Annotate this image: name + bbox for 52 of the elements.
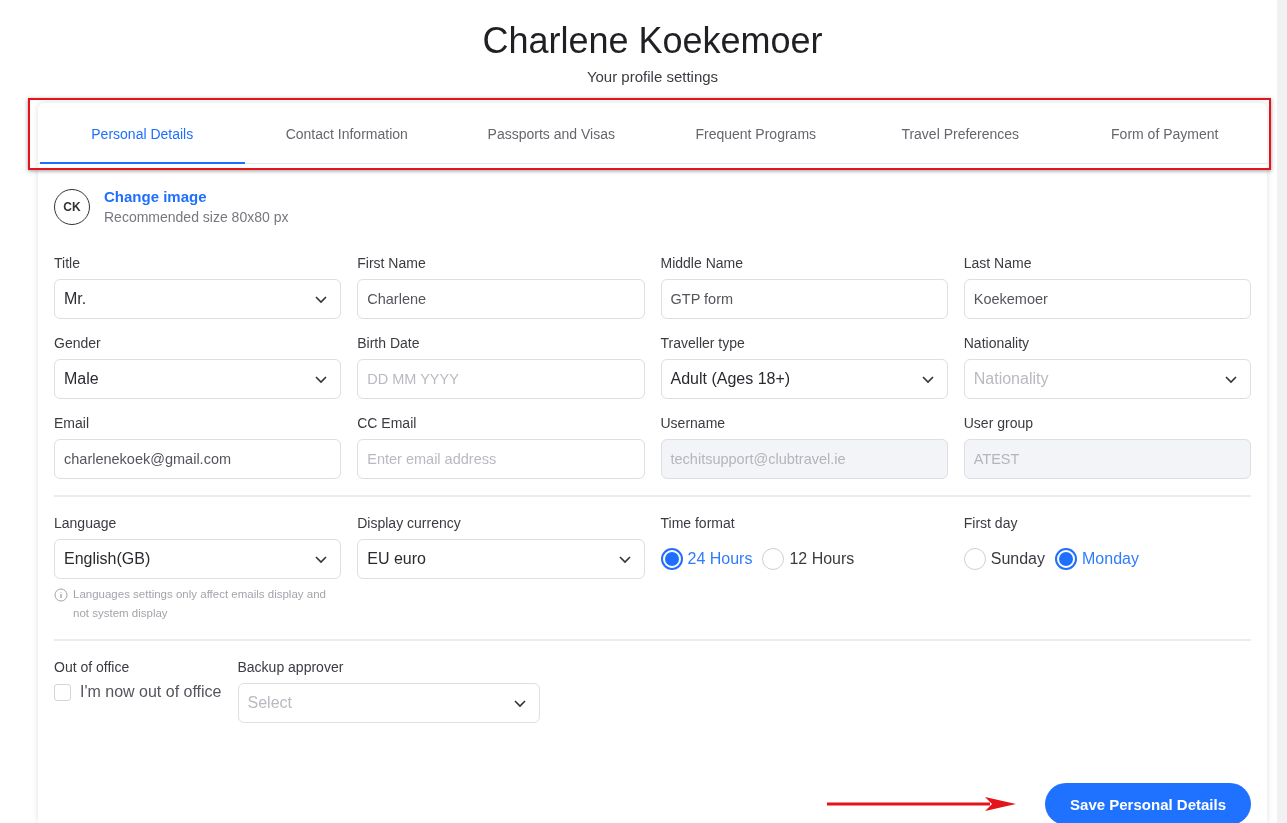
input-field[interactable]: Koekemoer <box>963 279 1251 319</box>
field-label: Middle Name <box>660 255 744 271</box>
page-subtitle: Your profile settings <box>586 68 719 85</box>
tab[interactable]: Travel Preferences <box>858 103 1063 164</box>
checkbox-option[interactable]: I'm now out of office <box>54 683 222 701</box>
field-label: Time format <box>660 515 736 531</box>
radio-option[interactable]: Sunday <box>963 548 1045 570</box>
input-field[interactable]: GTP form <box>660 279 948 319</box>
field-label: First Name <box>357 255 427 271</box>
field-label: User group <box>963 415 1034 431</box>
tab[interactable]: Passports and Visas <box>449 103 654 164</box>
radio-option[interactable]: Monday <box>1055 548 1139 570</box>
chevron-down-icon <box>314 554 329 564</box>
field-label: First day <box>963 515 1019 531</box>
save-button[interactable]: Save Personal Details <box>1045 783 1251 823</box>
field-label: Gender <box>54 335 102 351</box>
field-label: Email <box>54 415 90 431</box>
field-label: Backup approver <box>237 659 345 675</box>
radio-option[interactable]: 12 Hours <box>762 548 855 570</box>
field-note: Languages settings only affect emails display and not system display <box>73 587 327 621</box>
select-field[interactable]: Mr. <box>54 279 342 319</box>
select-field[interactable]: Adult (Ages 18+) <box>660 359 948 399</box>
tab[interactable]: Form of Payment <box>1062 103 1267 164</box>
select-field[interactable]: EU euro <box>357 539 645 579</box>
tab[interactable]: Contact Information <box>244 103 449 164</box>
profile-name: Charlene Koekemoer <box>482 20 823 62</box>
field-label: CC Email <box>357 415 418 431</box>
chevron-down-icon <box>512 698 527 708</box>
input-field[interactable]: Charlene <box>357 279 645 319</box>
select-field[interactable]: Male <box>54 359 342 399</box>
tab[interactable]: Personal Details <box>40 103 245 164</box>
field-label: Language <box>54 515 118 531</box>
tab[interactable]: Frequent Programs <box>653 103 858 164</box>
change-image-link[interactable]: Change image <box>104 188 289 205</box>
info-icon <box>54 588 68 602</box>
chevron-down-icon <box>314 294 329 304</box>
chevron-down-icon <box>617 554 632 564</box>
field-label: Last Name <box>963 255 1033 271</box>
chevron-down-icon <box>920 374 935 384</box>
field-label: Out of office <box>54 659 131 675</box>
field-label: Display currency <box>357 515 462 531</box>
field-label: Username <box>660 415 727 431</box>
select-field[interactable]: English(GB) <box>54 539 342 579</box>
chevron-down-icon <box>1224 374 1238 384</box>
field-label: Title <box>54 255 81 271</box>
field-label: Nationality <box>963 335 1031 351</box>
field-label: Birth Date <box>357 335 421 351</box>
input-field[interactable]: charlenekoek@gmail.com <box>54 439 342 479</box>
radio-option[interactable]: 24 Hours <box>660 548 753 570</box>
image-size-hint: Recommended size 80x80 px <box>104 209 289 225</box>
chevron-down-icon <box>314 374 329 384</box>
field-label: Traveller type <box>660 335 746 351</box>
